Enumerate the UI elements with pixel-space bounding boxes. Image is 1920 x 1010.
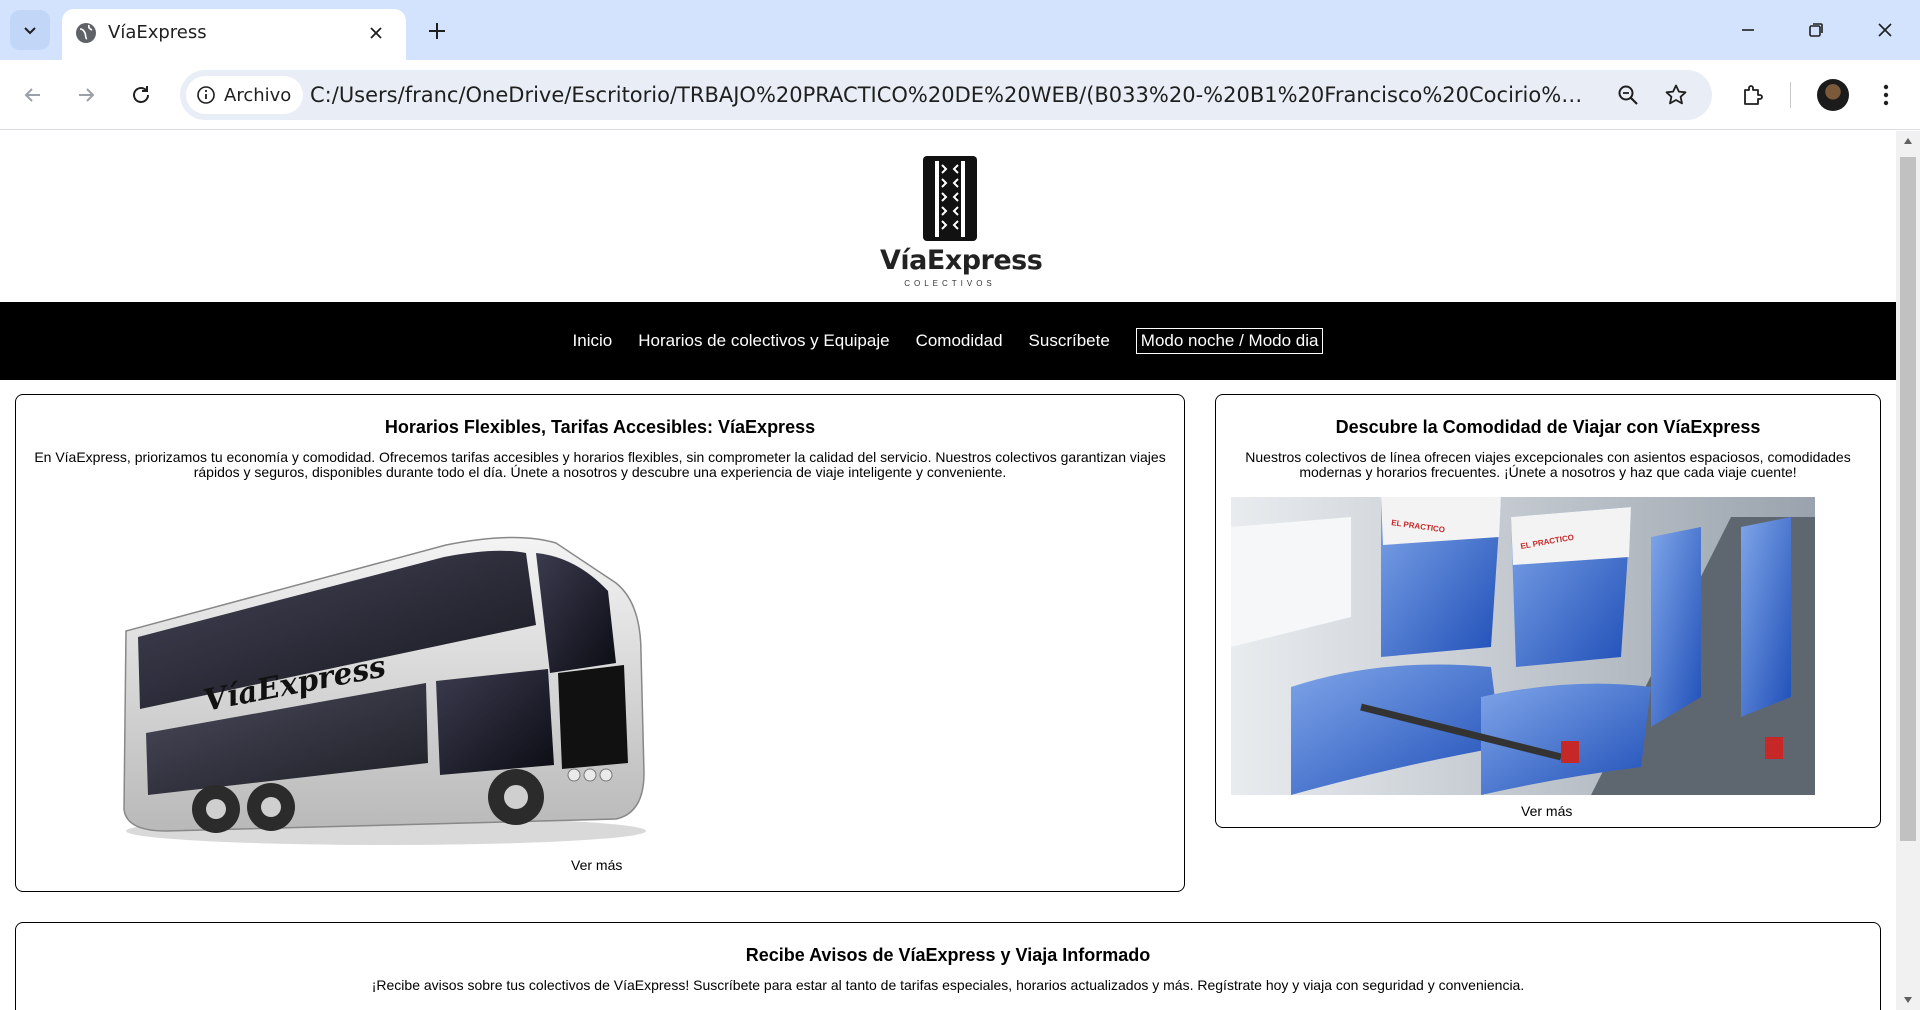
browser-toolbar: Archivo C:/Users/franc/OneDrive/Escritor… <box>0 60 1920 130</box>
address-bar[interactable]: Archivo C:/Users/franc/OneDrive/Escritor… <box>180 70 1712 120</box>
site-header: VíaExpress COLECTIVOS <box>0 131 1896 302</box>
site-logo[interactable]: VíaExpress COLECTIVOS <box>880 151 1043 291</box>
page-viewport: VíaExpress COLECTIVOS Inicio Horarios de… <box>0 131 1896 1010</box>
card-comodidad: Descubre la Comodidad de Viajar con VíaE… <box>1215 394 1881 828</box>
globe-icon <box>76 23 96 43</box>
theme-toggle-button[interactable]: Modo noche / Modo dia <box>1135 328 1324 354</box>
bus-seats-image: EL PRACTICO EL PRACTICO <box>1231 497 1815 795</box>
road-logo-icon <box>923 156 977 241</box>
nav-link-suscribete[interactable]: Suscríbete <box>1029 331 1110 351</box>
restore-icon <box>1809 23 1823 37</box>
card-horarios-text: En VíaExpress, priorizamos tu economía y… <box>34 449 1166 480</box>
bookmark-button[interactable] <box>1660 79 1692 111</box>
menu-button[interactable] <box>1866 75 1906 115</box>
avatar <box>1817 79 1849 111</box>
logo-wordmark: VíaExpress <box>880 245 1043 276</box>
tab-search-button[interactable] <box>10 10 50 50</box>
card-horarios-ver-mas-link[interactable]: Ver más <box>571 857 622 873</box>
back-button[interactable] <box>13 75 53 115</box>
minimize-icon <box>1742 29 1754 31</box>
url-text[interactable]: C:/Users/franc/OneDrive/Escritorio/TRBAJ… <box>310 83 1590 107</box>
card-horarios-title: Horarios Flexibles, Tarifas Accesibles: … <box>384 417 816 437</box>
site-nav: Inicio Horarios de colectivos y Equipaje… <box>0 302 1896 380</box>
logo-subtitle: COLECTIVOS <box>904 279 996 288</box>
kebab-menu-icon <box>1883 84 1889 106</box>
reload-button[interactable] <box>121 75 161 115</box>
zoom-button[interactable] <box>1612 79 1644 111</box>
arrow-right-icon <box>79 88 95 102</box>
card-avisos-title: Recibe Avisos de VíaExpress y Viaja Info… <box>745 945 1151 965</box>
card-avisos: Recibe Avisos de VíaExpress y Viaja Info… <box>15 922 1881 1010</box>
scroll-down-button[interactable] <box>1896 990 1920 1010</box>
chevron-down-icon <box>24 27 36 35</box>
site-info-chip[interactable]: Archivo <box>186 76 304 114</box>
toolbar-separator <box>1790 82 1791 108</box>
reload-icon <box>133 86 149 103</box>
card-comodidad-text: Nuestros colectivos de línea ofrecen via… <box>1245 449 1851 480</box>
restore-button[interactable] <box>1791 10 1841 50</box>
forward-button[interactable] <box>66 75 106 115</box>
tab-title: VíaExpress <box>108 22 207 43</box>
security-chip-label: Archivo <box>224 84 292 106</box>
card-avisos-text: ¡Recibe avisos sobre tus colectivos de V… <box>371 977 1525 993</box>
arrow-left-icon <box>24 88 40 102</box>
minimize-button[interactable] <box>1723 10 1773 50</box>
browser-tab[interactable]: VíaExpress <box>62 9 406 60</box>
scroll-up-button[interactable] <box>1896 131 1920 151</box>
page-scrollbar[interactable] <box>1896 131 1920 1010</box>
close-icon <box>370 27 382 39</box>
nav-link-horarios[interactable]: Horarios de colectivos y Equipaje <box>638 331 889 351</box>
triangle-down-icon <box>1904 997 1912 1003</box>
scroll-thumb[interactable] <box>1900 157 1916 841</box>
close-icon <box>1878 23 1892 37</box>
triangle-up-icon <box>1904 138 1912 144</box>
plus-icon <box>429 23 445 39</box>
tab-close-button[interactable] <box>362 19 390 47</box>
card-horarios: Horarios Flexibles, Tarifas Accesibles: … <box>15 394 1185 892</box>
profile-button[interactable] <box>1813 75 1853 115</box>
card-comodidad-title: Descubre la Comodidad de Viajar con VíaE… <box>1335 417 1761 437</box>
card-comodidad-ver-mas-link[interactable]: Ver más <box>1521 803 1572 819</box>
extensions-button[interactable] <box>1733 75 1773 115</box>
nav-link-inicio[interactable]: Inicio <box>573 331 613 351</box>
bus-image: VíaExpress <box>123 536 646 845</box>
nav-link-comodidad[interactable]: Comodidad <box>916 331 1003 351</box>
tab-strip: VíaExpress <box>0 0 1920 60</box>
new-tab-button[interactable] <box>420 14 454 48</box>
puzzle-icon <box>1744 85 1763 105</box>
zoom-icon <box>1618 85 1638 105</box>
close-window-button[interactable] <box>1860 10 1910 50</box>
star-icon <box>1665 84 1687 105</box>
info-icon <box>197 86 215 104</box>
